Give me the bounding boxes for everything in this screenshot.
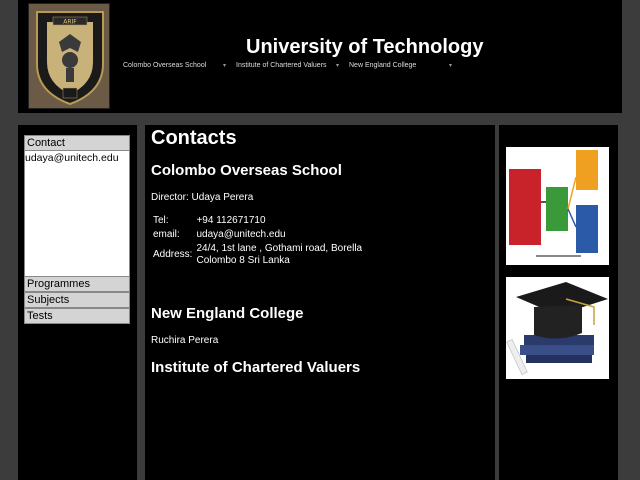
email-label: email:: [153, 229, 180, 240]
nav-institute-of-chartered-valuers[interactable]: Institute of Chartered Valuers ▾: [236, 62, 349, 69]
left-sidebar: Contact udaya@unitech.edu Programmes Sub…: [18, 125, 137, 480]
diagram-image: [506, 147, 609, 265]
table-row: Address: 24/4, 1st lane , Gothami road, …: [151, 242, 364, 268]
graduation-cap-image: [506, 277, 609, 379]
chevron-down-icon: ▾: [449, 63, 453, 69]
tel-value: +94 112671710: [196, 215, 266, 226]
table-row: Tel: +94 112671710: [151, 214, 364, 228]
address-value: 24/4, 1st lane , Gothami road, Borella C…: [194, 242, 364, 268]
site-header: ARIF University of Technology Colombo Ov…: [18, 0, 622, 113]
nav-new-england-college[interactable]: New England College ▾: [349, 62, 462, 69]
contact-email-link[interactable]: udaya@unitech.edu: [25, 152, 119, 164]
new-england-college-heading: New England College: [151, 305, 304, 322]
svg-text:ARIF: ARIF: [63, 19, 77, 26]
nav-label: Colombo Overseas School: [123, 62, 207, 69]
institute-of-chartered-valuers-heading: Institute of Chartered Valuers: [151, 359, 361, 376]
address-label: Address:: [153, 249, 193, 260]
accordion-header-subjects[interactable]: Subjects: [24, 292, 130, 308]
chevron-down-icon: ▾: [223, 63, 227, 69]
nav-colombo-overseas-school[interactable]: Colombo Overseas School ▾: [123, 62, 236, 69]
accordion-header-tests[interactable]: Tests: [24, 308, 130, 324]
colombo-overseas-school-heading: Colombo Overseas School: [151, 162, 342, 179]
university-logo: ARIF: [28, 3, 110, 109]
nav-label: New England College: [349, 62, 417, 69]
sidebar-accordion: Contact udaya@unitech.edu Programmes Sub…: [24, 135, 130, 324]
page-title: Contacts: [151, 127, 237, 149]
site-title: University of Technology: [246, 36, 484, 58]
contact-details-table: Tel: +94 112671710 email: udaya@unitech.…: [151, 214, 364, 268]
main-content: Contacts Colombo Overseas School Directo…: [145, 125, 495, 480]
right-sidebar: [499, 125, 618, 480]
address-line-2: Colombo 8 Sri Lanka: [196, 255, 290, 266]
accordion-header-programmes[interactable]: Programmes: [24, 276, 130, 292]
nav-label: Institute of Chartered Valuers: [236, 62, 327, 69]
top-navigation: Colombo Overseas School ▾ Institute of C…: [123, 62, 462, 69]
address-line-1: 24/4, 1st lane , Gothami road, Borella: [196, 243, 363, 254]
chevron-down-icon: ▾: [336, 63, 340, 69]
accordion-content-contact: udaya@unitech.edu: [24, 151, 130, 276]
header-separator: [18, 113, 622, 125]
table-row: email: udaya@unitech.edu: [151, 228, 364, 242]
director-text: Director: Udaya Perera: [151, 192, 254, 203]
tel-label: Tel:: [153, 215, 169, 226]
new-england-contact-name: Ruchira Perera: [151, 335, 219, 346]
email-value[interactable]: udaya@unitech.edu: [194, 228, 364, 242]
accordion-header-contact[interactable]: Contact: [24, 135, 130, 151]
